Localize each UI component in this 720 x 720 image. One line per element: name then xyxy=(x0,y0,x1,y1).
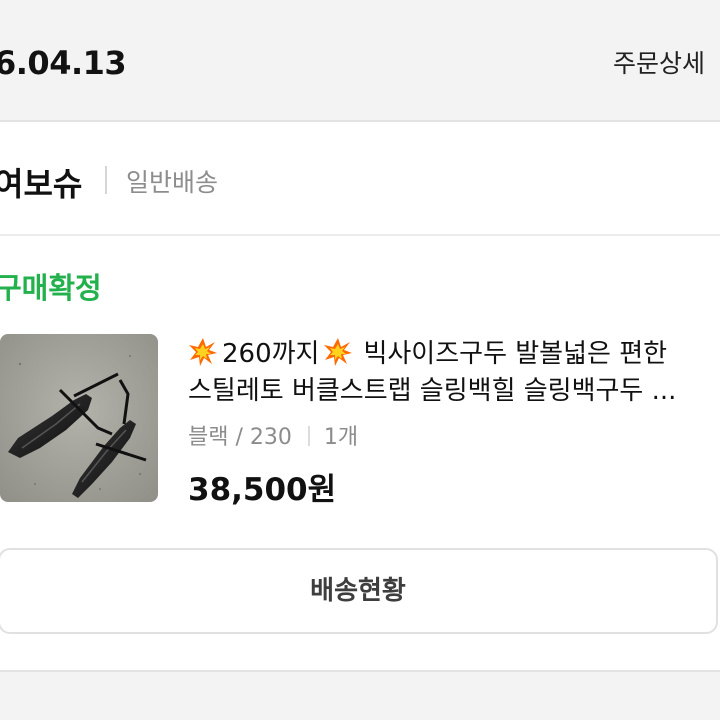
product-title-line-2[interactable]: 스틸레토 버클스트랩 슬링백힐 슬링백구두 ... xyxy=(188,370,676,407)
delivery-type-label: 일반배송 xyxy=(126,168,219,197)
order-status: 구매확정 xyxy=(0,271,102,305)
collision-emoji-icon xyxy=(323,337,353,367)
store-name[interactable]: 여보슈 xyxy=(0,159,82,205)
order-detail-link[interactable]: 주문상세 xyxy=(613,44,705,80)
product-quantity: 1개 xyxy=(323,425,359,450)
order-history-screen: 6.04.13 주문상세 여보슈 일반배송 구매확정 260까지 빅사이즈구두 … xyxy=(0,0,720,720)
shoe-image xyxy=(0,334,158,502)
order-date: 6.04.13 xyxy=(0,44,127,82)
divider xyxy=(105,166,107,194)
product-size-note: 260까지 xyxy=(222,339,320,369)
product-price: 38,500원 xyxy=(188,472,337,508)
product-thumbnail[interactable] xyxy=(0,334,158,502)
order-card: 여보슈 일반배송 구매확정 260까지 빅사이즈구두 발볼넓은 편한 스틸레토 … xyxy=(0,120,720,672)
product-title-line-1[interactable]: 260까지 빅사이즈구두 발볼넓은 편한 xyxy=(188,333,667,370)
store-row: 여보슈 일반배송 xyxy=(0,122,720,236)
product-option: 블랙 / 230 xyxy=(188,425,292,450)
delivery-tracking-button[interactable]: 배송현황 xyxy=(0,548,718,634)
product-option-row: 블랙 / 230 1개 xyxy=(188,419,358,451)
divider xyxy=(307,426,310,446)
collision-emoji-icon xyxy=(188,337,218,367)
product-title-text: 빅사이즈구두 발볼넓은 편한 xyxy=(363,339,668,369)
